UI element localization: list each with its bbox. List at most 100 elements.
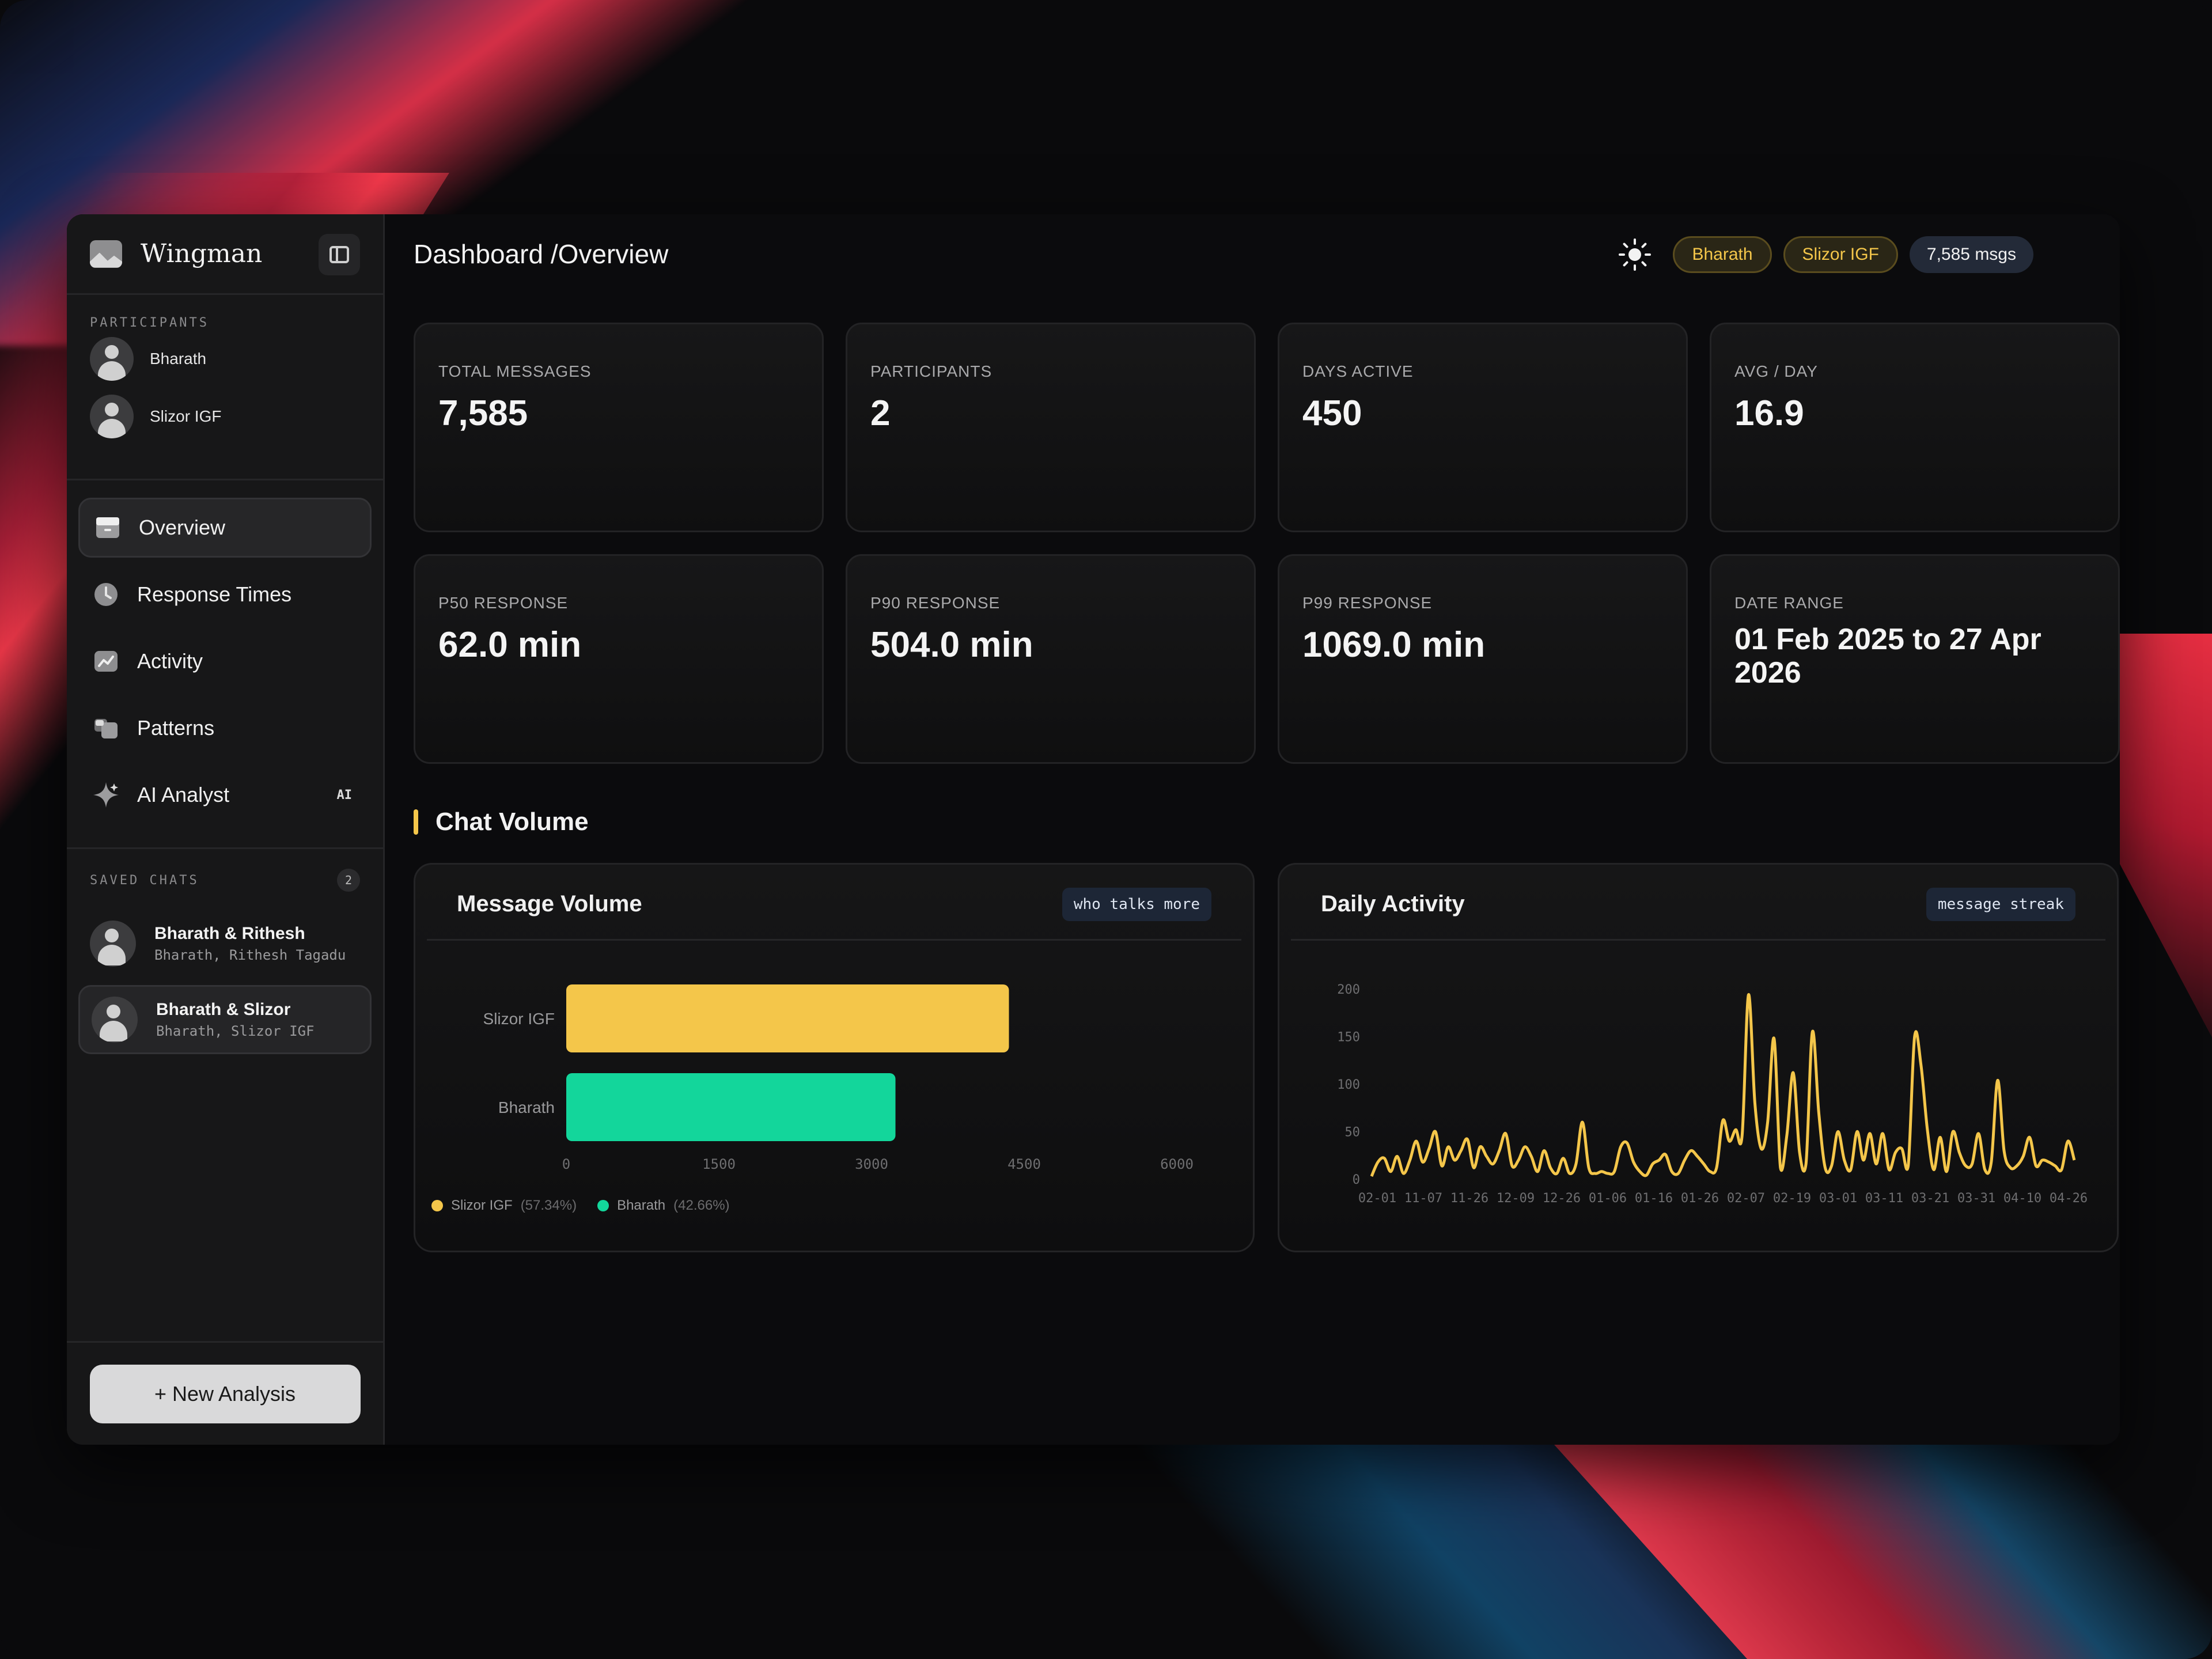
stat-card: DATE RANGE 01 Feb 2025 to 27 Apr 2026 xyxy=(1710,554,2120,764)
stat-card: P90 RESPONSE 504.0 min xyxy=(846,554,1256,764)
saved-chats-section: SAVED CHATS 2 Bharath & Rithesh Bharath,… xyxy=(67,849,383,1054)
sidebar-item-overview[interactable]: Overview xyxy=(78,498,372,558)
daily-activity-panel: Daily Activity message streak 0 50 100 150 2… xyxy=(1278,863,2119,1252)
stat-label: P50 RESPONSE xyxy=(438,594,569,612)
sidebar-item-activity[interactable]: Activity xyxy=(78,631,372,691)
panel-header: Daily Activity message streak xyxy=(1291,865,2105,941)
legend-item: Bharath (42.66%) xyxy=(597,1198,730,1214)
participant-pill: Bharath xyxy=(1673,236,1772,273)
panel-tag: who talks more xyxy=(1062,888,1211,921)
stat-value: 7,585 xyxy=(438,393,528,433)
stat-value: 16.9 xyxy=(1734,393,1804,433)
section-title: Chat Volume xyxy=(435,808,589,836)
sidebar-toggle-button[interactable] xyxy=(319,234,360,275)
logo-icon xyxy=(90,240,122,268)
sidebar-item-ai-analyst[interactable]: AI Analyst AI xyxy=(78,765,372,825)
clock-icon xyxy=(94,583,118,606)
stat-value: 504.0 min xyxy=(870,625,1033,665)
section-accent-bar xyxy=(414,809,418,835)
stat-card: P50 RESPONSE 62.0 min xyxy=(414,554,824,764)
saved-chat-text: Bharath & Rithesh Bharath, Rithesh Tagad… xyxy=(154,924,346,963)
stat-label: P99 RESPONSE xyxy=(1302,594,1433,612)
message-count-pill: 7,585 msgs xyxy=(1909,236,2033,273)
panel-title: Daily Activity xyxy=(1321,891,1465,916)
sidebar-item-label: Overview xyxy=(139,516,226,539)
app-window: Wingman PARTICIPANTS Bharath Slizor IGF xyxy=(67,214,2120,1445)
avatar xyxy=(90,395,134,438)
panel-left-icon xyxy=(329,246,349,263)
sidebar-item-label: Patterns xyxy=(137,716,215,740)
x-tick-label: 12-09 xyxy=(1497,1191,1535,1206)
stat-card: DAYS ACTIVE 450 xyxy=(1278,323,1688,532)
bar-category-label: Slizor IGF xyxy=(483,1010,555,1028)
x-tick-label: 02-01 xyxy=(1358,1191,1396,1206)
saved-chat-title: Bharath & Rithesh xyxy=(154,924,305,943)
chart-legend: Slizor IGF (57.34%) Bharath (42.66%) xyxy=(431,1198,730,1214)
sidebar: Wingman PARTICIPANTS Bharath Slizor IGF xyxy=(67,214,385,1445)
x-tick-label: 01-26 xyxy=(1681,1191,1719,1206)
screen: Wingman PARTICIPANTS Bharath Slizor IGF xyxy=(0,0,2212,1659)
x-tick-label: 04-10 xyxy=(2003,1191,2041,1206)
participant-pill: Slizor IGF xyxy=(1783,236,1898,273)
message-volume-panel: Message Volume who talks more Slizor IGF… xyxy=(414,863,1255,1252)
stat-label: DAYS ACTIVE xyxy=(1302,362,1414,380)
participants-label: PARTICIPANTS xyxy=(90,316,209,330)
new-analysis-button[interactable]: + New Analysis xyxy=(89,1364,361,1423)
participant-item[interactable]: Slizor IGF xyxy=(67,388,383,445)
sidebar-item-response-times[interactable]: Response Times xyxy=(78,565,372,624)
stat-label: P90 RESPONSE xyxy=(870,594,1001,612)
legend-label: Slizor IGF xyxy=(451,1198,513,1213)
x-tick-label: 6000 xyxy=(1160,1156,1194,1172)
x-tick-label: 02-19 xyxy=(1773,1191,1811,1206)
breadcrumb: Dashboard /Overview xyxy=(414,239,669,269)
legend-pct: (42.66%) xyxy=(673,1198,730,1213)
y-tick-label: 50 xyxy=(1345,1126,1361,1140)
avatar xyxy=(90,921,136,967)
panel-header: Message Volume who talks more xyxy=(427,865,1241,941)
sun-icon[interactable] xyxy=(1618,237,1652,272)
x-tick-label: 11-07 xyxy=(1404,1191,1442,1206)
x-tick-label: 03-21 xyxy=(1911,1191,1949,1206)
legend-dot xyxy=(597,1200,609,1211)
x-tick-label: 01-06 xyxy=(1589,1191,1627,1206)
sidebar-item-patterns[interactable]: Patterns xyxy=(78,698,372,758)
stat-value: 01 Feb 2025 to 27 Apr 2026 xyxy=(1734,623,2041,690)
saved-chat-item[interactable]: Bharath & Rithesh Bharath, Rithesh Tagad… xyxy=(78,909,372,978)
stat-value: 450 xyxy=(1302,393,1362,433)
app-name: Wingman xyxy=(141,239,263,268)
sidebar-item-label: Response Times xyxy=(137,582,292,606)
brand: Wingman xyxy=(67,214,383,295)
message-volume-chart: Slizor IGF Bharath 0 1500 3000 4500 6000 xyxy=(483,984,1194,1172)
daily-activity-chart: 0 50 100 150 200 02-01 11-07 11-26 12-09 12-26 01-… xyxy=(1337,983,2088,1206)
top-bar: Dashboard /Overview Bharath Slizor IGF 7 xyxy=(385,214,2120,295)
saved-chat-text: Bharath & Slizor Bharath, Slizor IGF xyxy=(156,1000,315,1039)
y-tick-label: 100 xyxy=(1337,1078,1360,1092)
bar-category-label: Bharath xyxy=(498,1099,555,1116)
stat-card: P99 RESPONSE 1069.0 min xyxy=(1278,554,1688,764)
panel-title: Message Volume xyxy=(457,891,642,916)
legend-pct: (57.34%) xyxy=(520,1198,577,1213)
saved-chats-label: SAVED CHATS xyxy=(90,873,199,888)
x-tick-label: 01-16 xyxy=(1635,1191,1673,1206)
y-tick-label: 150 xyxy=(1337,1031,1360,1045)
x-tick-label: 12-26 xyxy=(1543,1191,1581,1206)
x-tick-label: 02-07 xyxy=(1727,1191,1765,1206)
inbox-icon xyxy=(96,517,119,538)
stat-value: 62.0 min xyxy=(438,625,582,665)
sidebar-item-label: AI Analyst xyxy=(137,783,230,806)
x-tick-label: 03-01 xyxy=(1819,1191,1857,1206)
sidebar-footer: + New Analysis xyxy=(67,1341,383,1445)
panel-tag: message streak xyxy=(1926,888,2075,921)
y-tick-label: 0 xyxy=(1353,1173,1360,1187)
stat-card: PARTICIPANTS 2 xyxy=(846,323,1256,532)
x-tick-label: 03-31 xyxy=(1957,1191,1995,1206)
legend-label: Bharath xyxy=(617,1198,666,1213)
stat-label: DATE RANGE xyxy=(1734,594,1844,612)
participant-name: Bharath xyxy=(150,350,207,368)
x-tick-label: 0 xyxy=(562,1156,570,1172)
saved-chat-item[interactable]: Bharath & Slizor Bharath, Slizor IGF xyxy=(78,985,372,1054)
participant-item[interactable]: Bharath xyxy=(67,330,383,388)
stat-card: TOTAL MESSAGES 7,585 xyxy=(414,323,824,532)
ai-badge: AI xyxy=(336,787,353,802)
stat-label: AVG / DAY xyxy=(1734,362,1818,380)
